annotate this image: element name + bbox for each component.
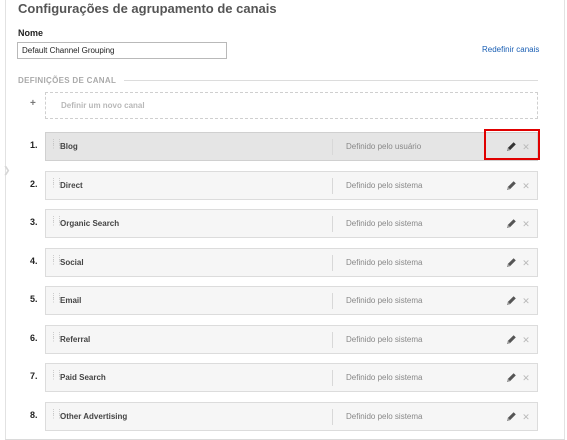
channel-source: Definido pelo sistema [346,181,423,190]
close-icon[interactable]: ✕ [522,295,530,307]
channel-name: Blog [60,142,78,151]
channel-row[interactable]: ⋮⋮ ⋮⋮ Email Definido pelo sistema ✕ [45,286,538,315]
channel-name: Referral [60,335,91,344]
channel-number: 3. [30,217,38,227]
reset-channels-link[interactable]: Redefinir canais [482,45,539,54]
channel-name: Organic Search [60,219,120,228]
close-icon[interactable]: ✕ [522,372,530,384]
channel-source: Definido pelo sistema [346,373,423,382]
drag-handle-icon[interactable]: ⋮⋮ ⋮⋮ [50,216,63,230]
plus-icon: + [30,98,36,109]
channel-row[interactable]: ⋮⋮ ⋮⋮ Other Advertising Definido pelo siste… [45,402,538,431]
channel-number: 2. [30,179,38,189]
channel-source: Definido pelo sistema [346,219,423,228]
channel-name: Paid Search [60,373,106,382]
channel-source: Definido pelo sistema [346,296,423,305]
chevron-right-icon: ❯ [3,165,11,175]
close-icon[interactable]: ✕ [522,334,530,346]
channel-row[interactable]: ⋮⋮ ⋮⋮ Organic Search Definido pelo sistema ✕ [45,209,538,238]
close-icon[interactable]: ✕ [522,218,530,230]
pencil-icon[interactable] [505,333,517,346]
channel-definitions-header: DEFINIÇÕES DE CANAL [18,74,538,86]
section-label: DEFINIÇÕES DE CANAL [18,75,117,85]
channel-row[interactable]: ⋮⋮ ⋮⋮ Social Definido pelo sistema ✕ [45,248,538,277]
channel-name: Other Advertising [60,412,128,421]
name-label: Nome [18,28,44,38]
channel-source: Definido pelo sistema [346,258,423,267]
channel-source: Definido pelo usuário [346,142,422,151]
channel-number: 7. [30,371,38,381]
channel-number: 8. [30,410,38,420]
column-divider [332,178,333,194]
pencil-icon[interactable] [505,217,517,230]
drag-handle-icon[interactable]: ⋮⋮ ⋮⋮ [50,370,63,384]
channel-source: Definido pelo sistema [346,335,423,344]
column-divider [332,370,333,386]
channel-source: Definido pelo sistema [346,412,423,421]
column-divider [332,139,333,155]
page-title: Configurações de agrupamento de canais [18,1,277,16]
drag-handle-icon[interactable]: ⋮⋮ ⋮⋮ [50,293,63,307]
close-icon[interactable]: ✕ [522,411,530,423]
channel-name: Social [60,258,84,267]
pencil-icon[interactable] [505,294,517,307]
define-new-channel-label: Definir um novo canal [61,101,145,110]
pencil-icon[interactable] [505,371,517,384]
pencil-icon[interactable] [505,410,517,423]
section-divider [124,79,538,81]
channel-row[interactable]: ⋮⋮ ⋮⋮ Direct Definido pelo sistema ✕ [45,171,538,200]
define-new-channel-button[interactable]: Definir um novo canal [45,92,538,119]
pencil-icon[interactable] [505,256,517,269]
close-icon[interactable]: ✕ [522,257,530,269]
drag-handle-icon[interactable]: ⋮⋮ ⋮⋮ [50,332,63,346]
channel-row[interactable]: ⋮⋮ ⋮⋮ Referral Definido pelo sistema ✕ [45,325,538,354]
channel-number: 6. [30,333,38,343]
pencil-icon[interactable] [505,179,517,192]
channel-row[interactable]: ⋮⋮ ⋮⋮ Blog Definido pelo usuário ✕ [45,132,538,161]
channel-name: Email [60,296,82,305]
column-divider [332,332,333,348]
drag-handle-icon[interactable]: ⋮⋮ ⋮⋮ [50,178,63,192]
close-icon[interactable]: ✕ [522,180,530,192]
pencil-icon[interactable] [505,140,517,153]
drag-handle-icon[interactable]: ⋮⋮ ⋮⋮ [50,255,63,269]
channel-number: 1. [30,140,38,150]
column-divider [332,216,333,232]
channel-name: Direct [60,181,83,190]
channel-grouping-name-input[interactable] [17,42,227,59]
column-divider [332,409,333,425]
channel-number: 4. [30,256,38,266]
drag-handle-icon[interactable]: ⋮⋮ ⋮⋮ [50,409,63,423]
column-divider [332,293,333,309]
drag-handle-icon[interactable]: ⋮⋮ ⋮⋮ [50,139,63,153]
column-divider [332,255,333,271]
channel-row[interactable]: ⋮⋮ ⋮⋮ Paid Search Definido pelo sistema ✕ [45,363,538,392]
close-icon[interactable]: ✕ [522,141,530,153]
channel-number: 5. [30,294,38,304]
